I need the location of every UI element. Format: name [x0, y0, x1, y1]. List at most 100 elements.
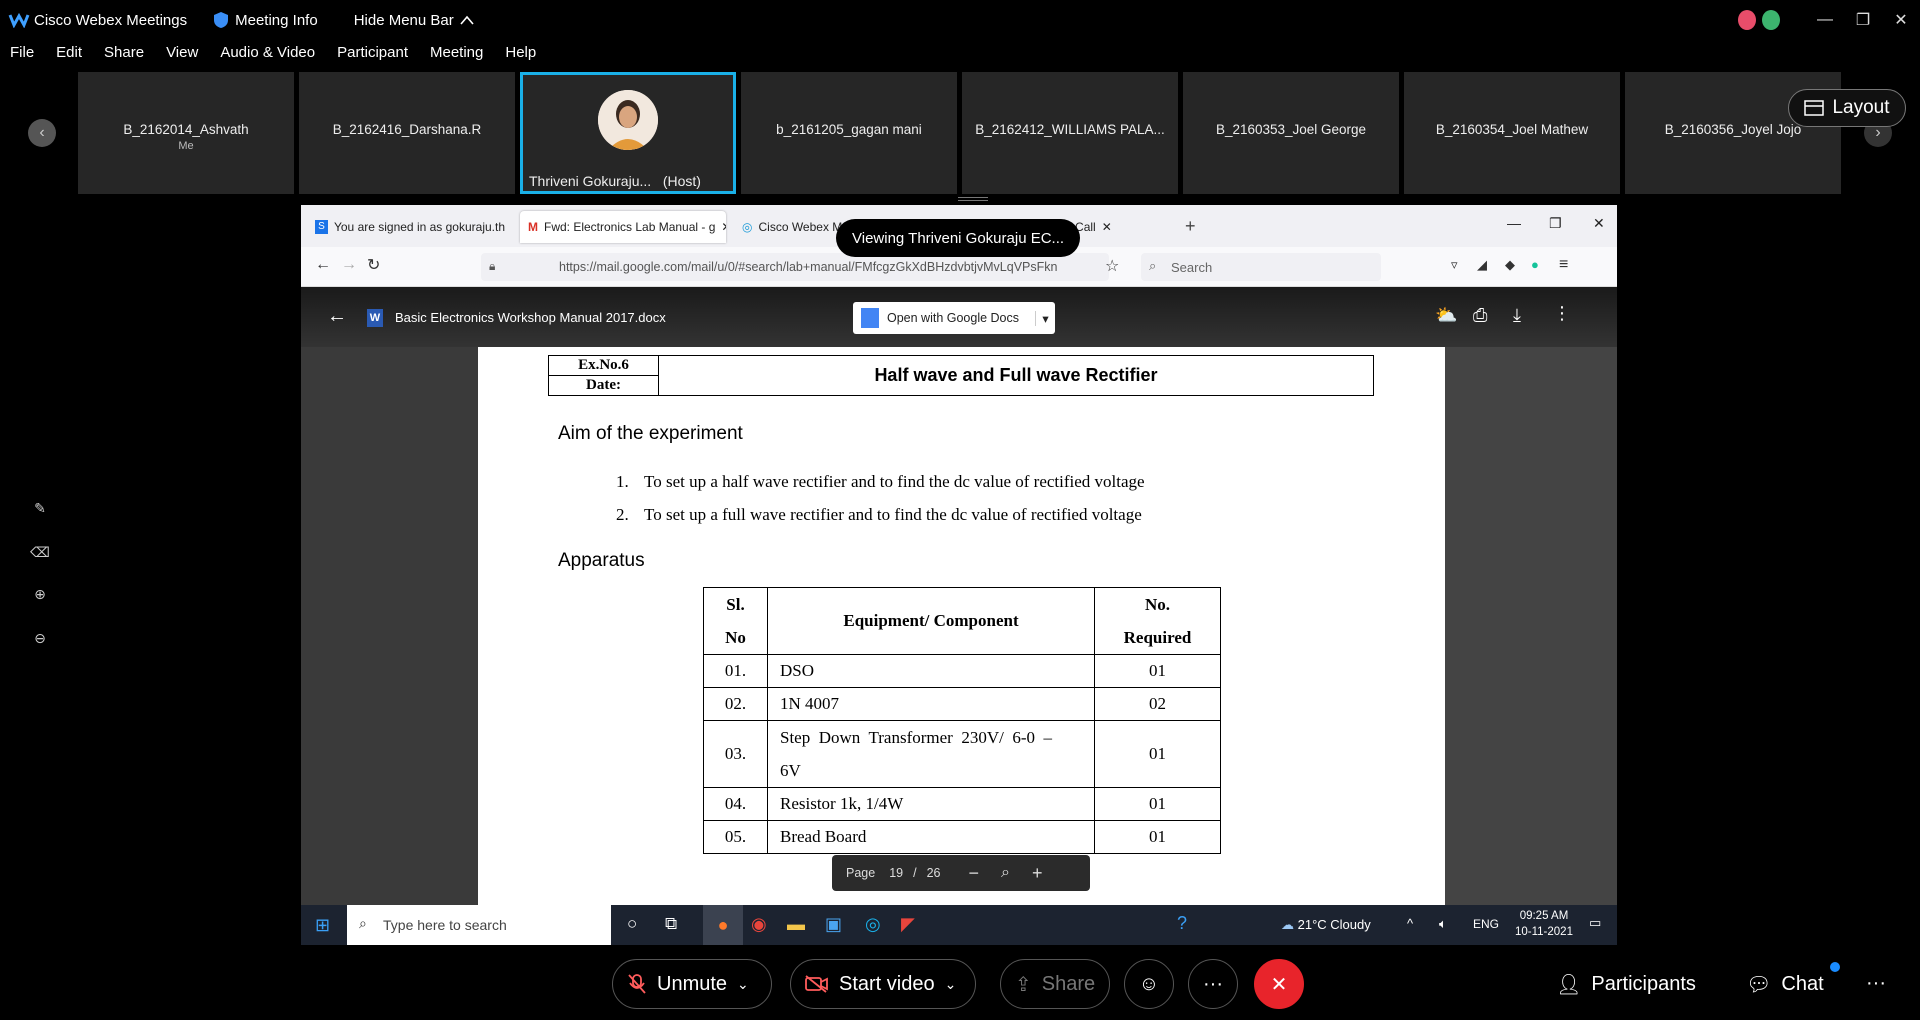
close-icon: ✕ [1270, 973, 1288, 996]
extension-icon[interactable]: ◆ [1505, 257, 1515, 273]
menu-view[interactable]: View [166, 44, 198, 70]
grammarly-icon[interactable]: ● [1531, 257, 1539, 272]
participant-tile[interactable]: B_2162416_Darshana.R [299, 72, 515, 194]
browser-tab-active[interactable]: M Fwd: Electronics Lab Manual - g ✕ [520, 211, 726, 243]
minimize-icon[interactable]: — [1507, 215, 1521, 231]
more-button[interactable]: ··· [1188, 959, 1238, 1009]
new-tab-icon[interactable]: + [1185, 216, 1196, 237]
menu-edit[interactable]: Edit [56, 44, 82, 70]
restore-icon[interactable]: ❐ [1844, 10, 1882, 30]
browser-search-field[interactable]: ⌕ Search [1141, 253, 1381, 281]
close-icon[interactable]: ✕ [1882, 10, 1920, 30]
help-icon[interactable]: ? [1177, 913, 1187, 934]
menu-icon[interactable]: ≡ [1559, 256, 1568, 274]
participant-name: B_2162416_Darshana.R [332, 122, 482, 137]
participant-name: B_2160354_Joel Mathew [1435, 122, 1589, 137]
zoom-out-icon[interactable]: ⊖ [30, 630, 50, 650]
app-taskbar-icon[interactable]: ◤ [901, 914, 915, 935]
network-status-icon[interactable] [1762, 10, 1780, 30]
menu-help[interactable]: Help [505, 44, 536, 70]
cortana-icon[interactable]: ○ [627, 914, 637, 934]
chrome-icon[interactable]: ◉ [751, 914, 767, 935]
language-indicator[interactable]: ENG [1473, 917, 1499, 931]
apparatus-heading: Apparatus [558, 550, 645, 571]
rss-icon[interactable]: ◢ [1477, 257, 1487, 273]
download-icon[interactable]: ⤓ [1513, 305, 1521, 326]
video-off-icon [805, 975, 828, 993]
zoom-in-icon[interactable]: ⊕ [30, 586, 50, 606]
close-icon[interactable]: ✕ [1593, 215, 1605, 232]
zoom-out-icon[interactable]: − [969, 863, 980, 884]
reload-icon[interactable]: ↻ [367, 255, 380, 275]
participant-tile[interactable]: B_2160354_Joel Mathew [1404, 72, 1620, 194]
meeting-info-button[interactable]: Meeting Info [213, 11, 318, 29]
webex-taskbar-icon[interactable]: ◎ [865, 914, 881, 935]
participant-tile[interactable]: B_2160353_Joel George [1183, 72, 1399, 194]
file-explorer-icon[interactable]: ▬ [787, 914, 805, 935]
participant-tile[interactable]: B_2162014_Ashvath Me [78, 72, 294, 194]
participant-tile-host[interactable]: Thriveni Gokuraju... (Host) [520, 72, 736, 194]
magnifier-icon[interactable]: ⌕ [1001, 864, 1010, 882]
unmute-button[interactable]: Unmute ⌄ [612, 959, 772, 1009]
notifications-icon[interactable]: ▭ [1589, 915, 1601, 931]
start-video-button[interactable]: Start video ⌄ [790, 959, 976, 1009]
tray-chevron-icon[interactable]: ^ [1407, 916, 1413, 931]
page-current-input[interactable]: 19 [889, 866, 903, 880]
reactions-button[interactable]: ☺ [1124, 959, 1174, 1009]
minimize-icon[interactable]: — [1806, 11, 1844, 29]
close-tab-icon[interactable]: ✕ [1102, 220, 1112, 234]
weather-widget[interactable]: ☁ 21°C Cloudy [1281, 917, 1371, 933]
firefox-icon[interactable]: ● [703, 905, 743, 945]
table-row: 03. Step Down Transformer 230V/ 6-0 –6V … [703, 720, 1221, 788]
back-icon[interactable]: ← [315, 256, 331, 274]
chevron-down-icon[interactable]: ▾ [1035, 310, 1055, 326]
menu-share[interactable]: Share [104, 44, 144, 70]
close-tab-icon[interactable]: ✕ [721, 220, 726, 234]
bookmark-star-icon[interactable]: ☆ [1105, 256, 1119, 276]
menu-meeting[interactable]: Meeting [430, 44, 483, 70]
zoom-in-icon[interactable]: + [1032, 863, 1043, 884]
stop-annotate-icon[interactable]: ⌫ [30, 544, 50, 564]
task-view-icon[interactable]: ⧉ [665, 914, 677, 934]
menu-file[interactable]: File [10, 44, 34, 70]
browser-tab[interactable]: S You are signed in as gokuraju.th [307, 211, 513, 243]
menu-audio-video[interactable]: Audio & Video [220, 44, 315, 70]
participants-button[interactable]: 👤︎ Participants [1556, 972, 1696, 997]
site-icon: S [315, 220, 328, 234]
annotate-icon[interactable]: ✎ [30, 500, 50, 520]
chat-button[interactable]: 💬︎ Chat [1746, 962, 1840, 997]
store-icon[interactable]: ▣ [825, 914, 842, 935]
layout-button[interactable]: Layout [1788, 89, 1906, 127]
print-icon[interactable]: ⎙ [1473, 305, 1487, 326]
search-icon: ⌕ [1149, 258, 1157, 273]
open-with-google-docs-button[interactable]: Open with Google Docs ▾ [853, 302, 1055, 334]
restore-icon[interactable]: ❐ [1549, 215, 1562, 232]
resize-handle[interactable] [958, 197, 988, 201]
table-row: 01. DSO 01 [703, 654, 1221, 688]
back-arrow-icon[interactable]: ← [327, 305, 347, 328]
hide-menu-bar-button[interactable]: Hide Menu Bar [354, 12, 474, 29]
aim-item: 2. To set up a full wave rectifier and to… [616, 505, 1142, 524]
chevron-down-icon[interactable]: ⌄ [737, 976, 749, 993]
layout-icon [1804, 100, 1825, 116]
avatar [598, 90, 658, 150]
participant-tile[interactable]: b_2161205_gagan mani [741, 72, 957, 194]
scroll-left-button[interactable]: ‹ [28, 119, 56, 147]
forward-icon[interactable]: → [341, 256, 357, 274]
pocket-icon[interactable]: ▿ [1451, 257, 1458, 273]
recording-status-icon[interactable] [1738, 10, 1756, 30]
share-button[interactable]: ⇪ Share [1000, 959, 1110, 1009]
taskbar-search-field[interactable]: ⌕ Type here to search [347, 905, 611, 945]
url-bar[interactable]: 🔒︎ https://mail.google.com/mail/u/0/#sea… [481, 253, 1109, 281]
participant-tile[interactable]: B_2162412_WILLIAMS PALA... [962, 72, 1178, 194]
volume-icon[interactable]: 🔈︎ [1439, 916, 1447, 932]
windows-start-icon[interactable]: ⊞ [315, 915, 330, 936]
clock[interactable]: 09:25 AM 10-11-2021 [1515, 908, 1573, 940]
more-options-icon[interactable]: ··· [1866, 972, 1886, 995]
chevron-down-icon[interactable]: ⌄ [945, 976, 957, 993]
add-to-drive-icon[interactable]: ⛅ [1435, 305, 1457, 326]
menu-participant[interactable]: Participant [337, 44, 408, 70]
more-options-icon[interactable]: ⋮ [1553, 303, 1571, 324]
browser-tab[interactable]: ◎ Cisco Webex M [734, 211, 844, 243]
end-call-button[interactable]: ✕ [1254, 959, 1304, 1009]
